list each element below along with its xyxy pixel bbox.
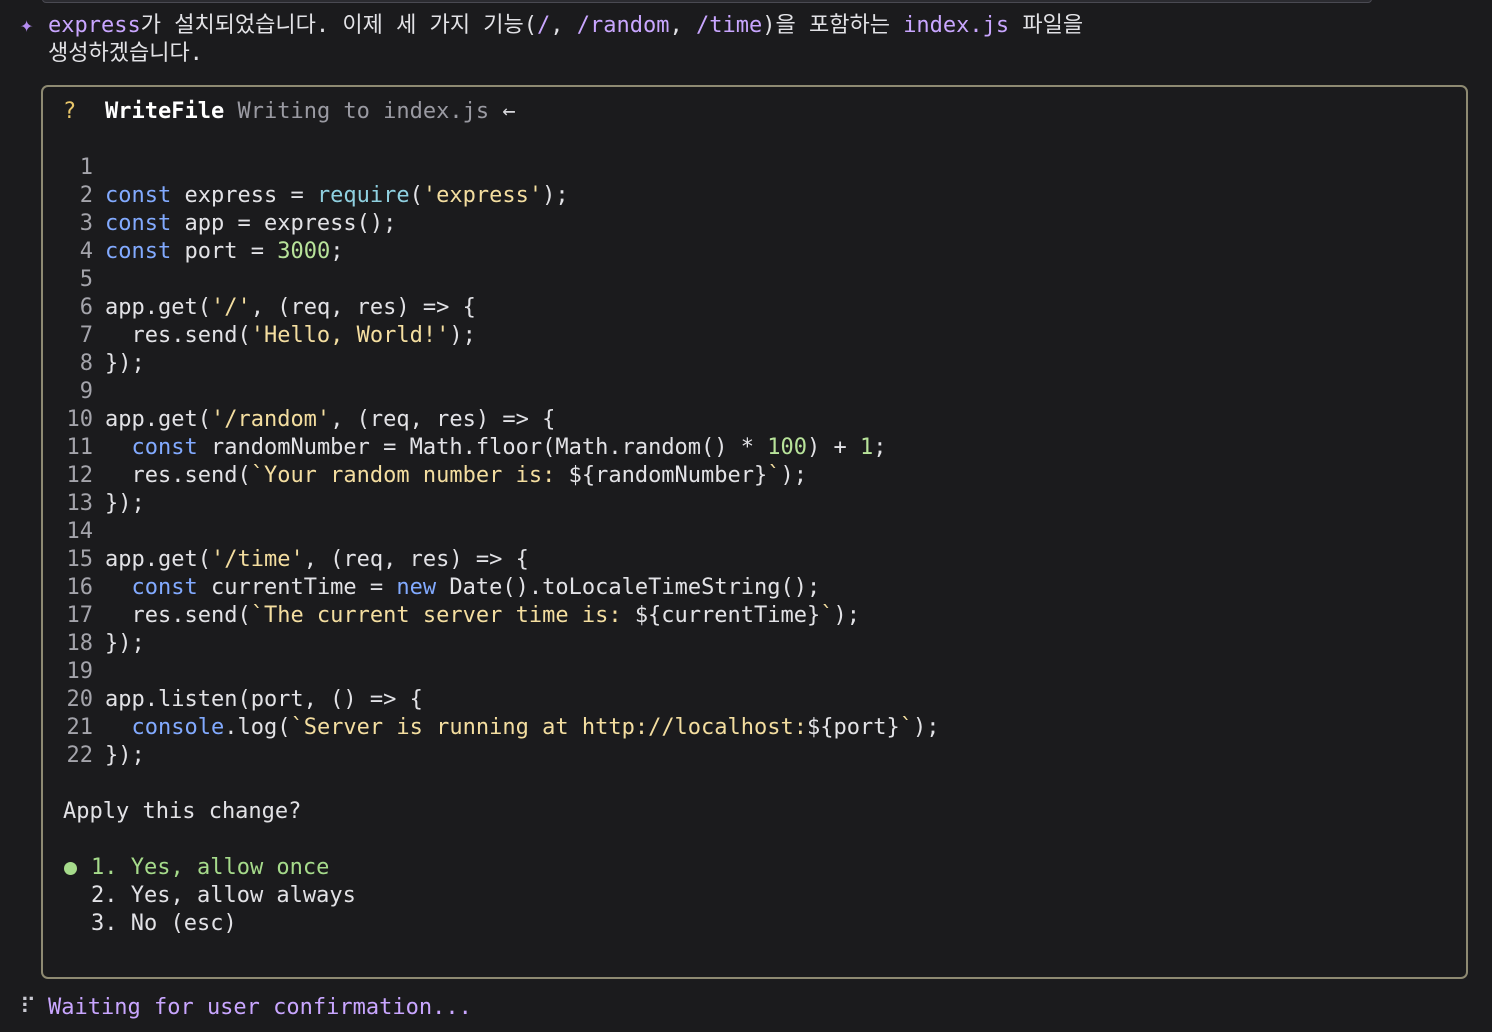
option-label: 1. Yes, allow once [91,855,330,880]
code-text: const port = 3000; [105,239,344,264]
code-text: const app = express(); [105,211,397,236]
code-line: 20 app.listen(port, () => { [63,686,939,714]
code-text: console.log(`Server is running at http:/… [131,715,940,740]
line-number: 21 [66,715,94,740]
line-number: 19 [66,659,94,684]
code-text: app.get('/', (req, res) => { [105,295,476,320]
message-segment: , [550,13,577,38]
line-number: 12 [66,463,94,488]
code-text: res.send(`The current server time is: ${… [105,603,860,628]
line-number: 6 [79,295,93,320]
code-text: const express = require('express'); [105,183,569,208]
message-segment: )을 포함하는 [762,13,904,38]
code-text: res.send('Hello, World!'); [105,323,476,348]
code-preview: 1 2 const express = require('express'); 3 co… [63,154,940,770]
question-status-icon: ? [63,99,77,124]
option-no[interactable]: 3. No (esc) [63,910,356,938]
code-line: 19 [63,658,939,686]
highlighted-token: /time [696,13,763,38]
line-number: 13 [66,491,94,516]
line-number: 15 [66,547,94,572]
code-text: app.get('/time', (req, res) => { [105,547,529,572]
message-text-line-2: 생성하겠습니다. [48,41,203,66]
line-number: 2 [79,183,93,208]
code-line: 13}); [63,490,939,518]
line-number: 5 [79,267,93,292]
tool-description: Writing to index.js [237,99,490,124]
code-text: app.listen(port, () => { [105,687,423,712]
selected-radio-icon [63,854,91,882]
code-line: 14 [63,518,939,546]
status-line: ⠏ Waiting for user confirmation... [20,994,472,1022]
code-text: const randomNumber = Math.floor(Math.ran… [131,435,887,460]
option-label: 3. No (esc) [91,911,237,936]
left-arrow-icon: ← [502,99,516,124]
code-text: }); [105,351,145,376]
highlighted-token: /random [576,13,670,38]
code-line: 10 app.get('/random', (req, res) => { [63,406,939,434]
option-allow-always[interactable]: 2. Yes, allow always [63,882,356,910]
code-line: 3 const app = express(); [63,210,939,238]
line-number: 11 [66,435,94,460]
code-line: 22}); [63,742,939,770]
code-line: 7 res.send('Hello, World!'); [63,322,939,350]
code-line: 15 app.get('/time', (req, res) => { [63,546,939,574]
line-number: 14 [66,519,94,544]
line-number: 10 [66,407,94,432]
line-number: 9 [79,379,93,404]
option-allow-once[interactable]: 1. Yes, allow once [63,854,356,882]
code-line: 17 res.send(`The current server time is:… [63,602,939,630]
assistant-message: ✦ express가 설치되었습니다. 이제 세 가지 기능(/, /random… [20,12,1083,68]
code-text: app.get('/random', (req, res) => { [105,407,556,432]
line-number: 20 [66,687,94,712]
write-file-confirmation-panel: ? WriteFile Writing to index.js ← 1 2 const… [41,85,1468,979]
confirmation-options: 1. Yes, allow once 2. Yes, allow always … [63,854,356,938]
message-line-1: ✦ express가 설치되었습니다. 이제 세 가지 기능(/, /random… [20,12,1083,40]
code-line: 21 console.log(`Server is running at htt… [63,714,940,742]
confirmation-question: Apply this change? [63,799,302,824]
status-text: Waiting for user confirmation... [48,995,472,1020]
message-text-line-1: express가 설치되었습니다. 이제 세 가지 기능(/, /random,… [48,13,1083,38]
line-number: 1 [79,155,93,180]
message-line-2: 생성하겠습니다. [20,40,1083,68]
highlighted-token: index.js [903,13,1010,38]
code-line: 2 const express = require('express'); [63,182,939,210]
line-number: 22 [66,743,94,768]
line-number: 4 [79,239,93,264]
code-line: 4 const port = 3000; [63,238,939,266]
tool-name: WriteFile [105,99,225,124]
code-line: 1 [63,154,939,182]
code-text: }); [105,743,145,768]
message-segment: , [669,13,697,38]
highlighted-token: / [537,13,551,38]
code-text: res.send(`Your random number is: ${rando… [105,463,808,488]
code-text: const currentTime = new Date().toLocaleT… [131,575,821,600]
message-segment: 파일을 [1009,13,1084,38]
line-number: 8 [79,351,93,376]
line-number: 17 [66,603,94,628]
message-segment: 가 설치되었습니다. 이제 세 가지 기능( [140,13,538,38]
code-line: 5 [63,266,939,294]
code-line: 11 const randomNumber = Math.floor(Math.… [63,434,939,462]
line-number: 7 [79,323,93,348]
code-text: }); [105,491,145,516]
highlighted-token: express [48,13,141,38]
code-line: 18}); [63,630,939,658]
code-text: }); [105,631,145,656]
code-line: 8}); [63,350,939,378]
code-line: 12 res.send(`Your random number is: ${ra… [63,462,939,490]
code-line: 16 const currentTime = new Date().toLoca… [63,574,939,602]
line-number: 18 [66,631,94,656]
line-number: 3 [79,211,93,236]
line-number: 16 [66,575,94,600]
code-line: 6 app.get('/', (req, res) => { [63,294,939,322]
option-label: 2. Yes, allow always [91,883,356,908]
spinner-icon: ⠏ [20,995,37,1020]
previous-panel-edge [42,0,1372,3]
sparkle-icon: ✦ [20,13,34,38]
code-line: 9 [63,378,939,406]
tool-header: ? WriteFile Writing to index.js ← [63,98,516,126]
